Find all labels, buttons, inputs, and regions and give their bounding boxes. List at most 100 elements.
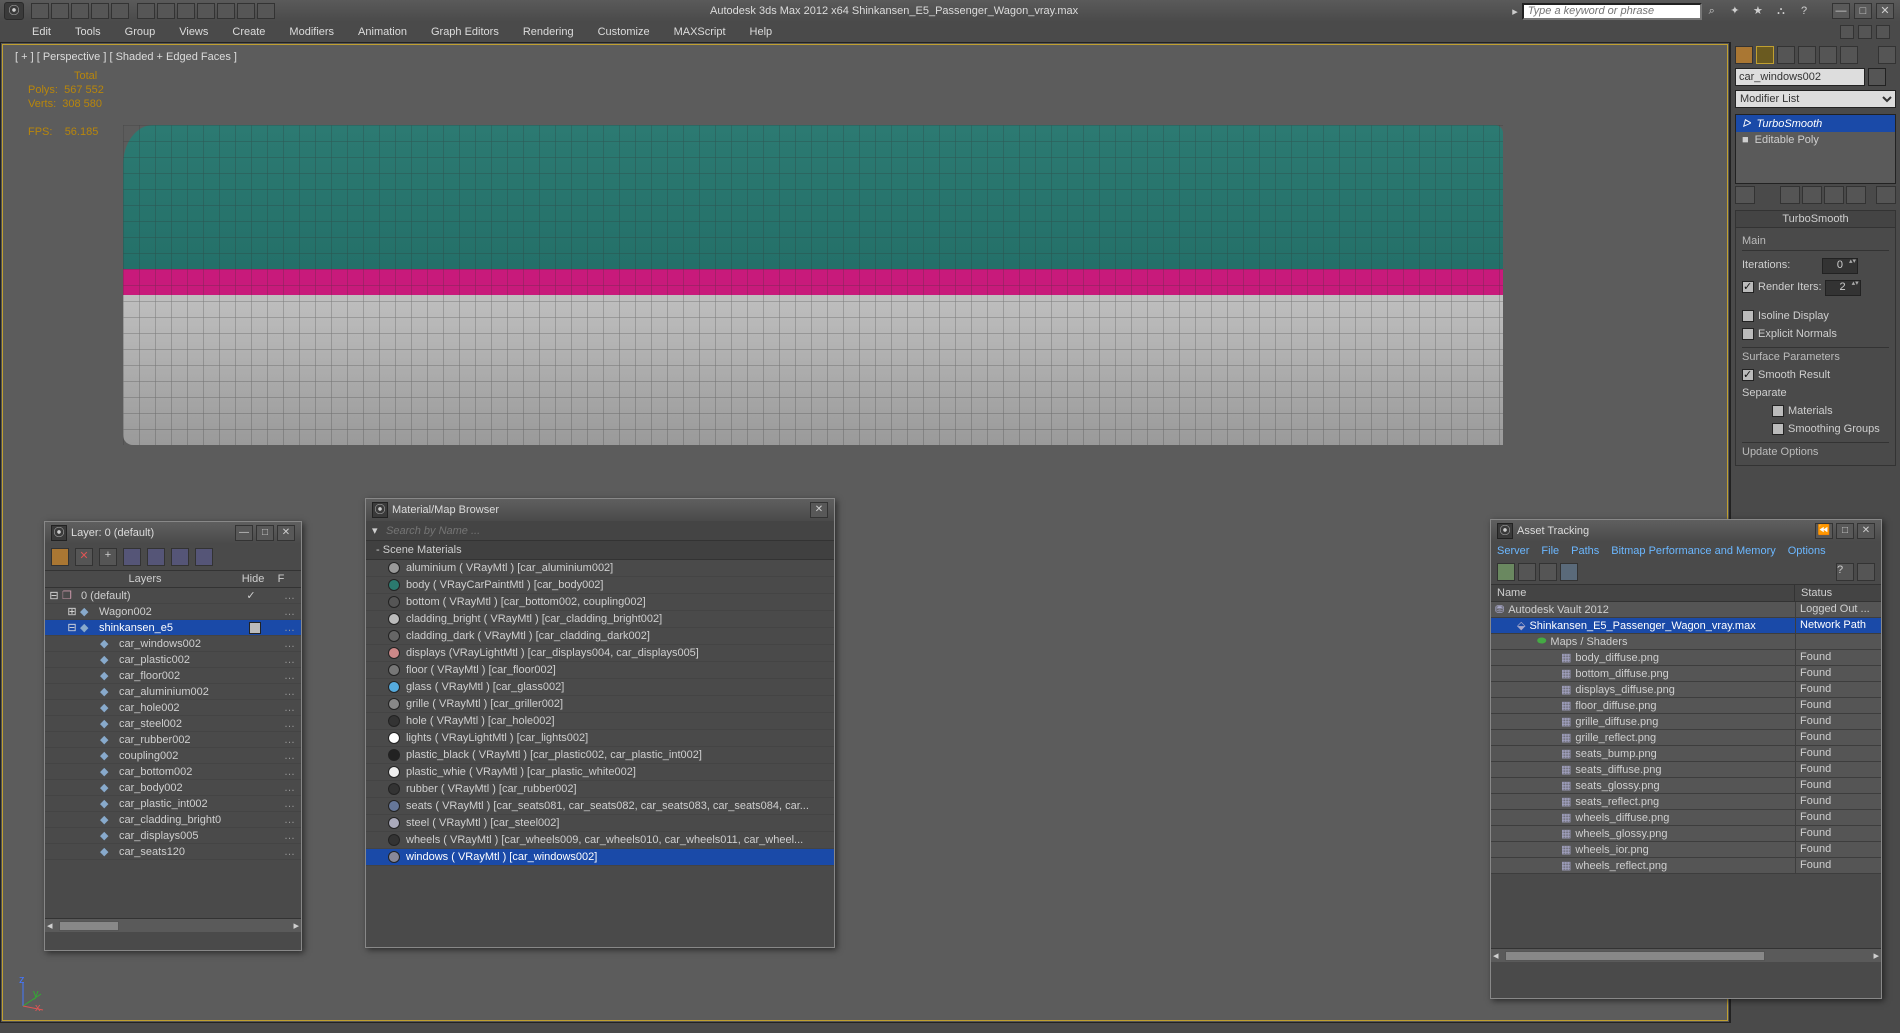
display-tab-icon[interactable] — [1819, 46, 1837, 64]
layer-row[interactable]: ⊟◆shinkansen_e5… — [45, 620, 301, 636]
menu-animation[interactable]: Animation — [358, 26, 407, 38]
asset-row[interactable]: ⬬Maps / Shaders — [1491, 634, 1881, 650]
explicit-normals-checkbox[interactable] — [1742, 328, 1754, 340]
close-button[interactable]: ✕ — [1876, 3, 1894, 19]
asset-row[interactable]: ⛃Autodesk Vault 2012Logged Out ... — [1491, 602, 1881, 618]
asset-row[interactable]: ▦floor_diffuse.pngFound — [1491, 698, 1881, 714]
close-icon[interactable]: ✕ — [1857, 523, 1875, 539]
create-tab-icon[interactable] — [1735, 46, 1753, 64]
qat-btn[interactable] — [217, 3, 235, 19]
qat-btn[interactable] — [177, 3, 195, 19]
layer-row[interactable]: ◆car_body002… — [45, 780, 301, 796]
material-row[interactable]: displays (VRayLightMtl ) [car_displays00… — [366, 645, 834, 662]
view-icon[interactable] — [1518, 563, 1536, 581]
key-icon[interactable]: ✦ — [1727, 3, 1743, 19]
delete-layer-icon[interactable]: ✕ — [75, 548, 93, 566]
asset-row[interactable]: ▦grille_diffuse.pngFound — [1491, 714, 1881, 730]
material-search-input[interactable] — [386, 525, 828, 537]
render-iters-checkbox[interactable] — [1742, 281, 1754, 293]
qat-btn[interactable] — [257, 3, 275, 19]
select-layer-icon[interactable] — [123, 548, 141, 566]
layer-row[interactable]: ◆car_steel002… — [45, 716, 301, 732]
star-icon[interactable]: ★ — [1750, 3, 1766, 19]
minimize-icon[interactable]: — — [235, 525, 253, 541]
workspace-btn[interactable] — [1840, 25, 1854, 39]
comm-icon[interactable]: ⛬ — [1773, 3, 1789, 19]
menu-group[interactable]: Group — [125, 26, 156, 38]
maximize-button[interactable]: □ — [1854, 3, 1872, 19]
layer-row[interactable]: ◆car_aluminium002… — [45, 684, 301, 700]
asset-menu-file[interactable]: File — [1541, 545, 1559, 557]
material-row[interactable]: rubber ( VRayMtl ) [car_rubber002] — [366, 781, 834, 798]
material-row[interactable]: plastic_whie ( VRayMtl ) [car_plastic_wh… — [366, 764, 834, 781]
material-list[interactable]: aluminium ( VRayMtl ) [car_aluminium002]… — [366, 560, 834, 940]
utilities-tab-icon[interactable] — [1840, 46, 1858, 64]
qat-undo-icon[interactable] — [91, 3, 109, 19]
new-layer-icon[interactable] — [51, 548, 69, 566]
rollout-header[interactable]: TurboSmooth — [1736, 211, 1895, 228]
modifier-stack[interactable]: ᐅTurboSmooth■Editable Poly — [1735, 114, 1896, 184]
asset-list[interactable]: ⛃Autodesk Vault 2012Logged Out ...⬙Shink… — [1491, 602, 1881, 942]
qat-new-icon[interactable] — [31, 3, 49, 19]
asset-row[interactable]: ▦seats_glossy.pngFound — [1491, 778, 1881, 794]
asset-row[interactable]: ▦wheels_reflect.pngFound — [1491, 858, 1881, 874]
stack-item[interactable]: ᐅTurboSmooth — [1736, 115, 1895, 132]
material-row[interactable]: cladding_dark ( VRayMtl ) [car_cladding_… — [366, 628, 834, 645]
asset-row[interactable]: ▦seats_bump.pngFound — [1491, 746, 1881, 762]
menu-create[interactable]: Create — [232, 26, 265, 38]
render-iters-spinner[interactable]: 2 — [1825, 280, 1861, 296]
asset-menu-paths[interactable]: Paths — [1571, 545, 1599, 557]
layer-row[interactable]: ◆car_bottom002… — [45, 764, 301, 780]
stack-tool-icon[interactable] — [1802, 186, 1822, 204]
modify-tab-icon[interactable] — [1756, 46, 1774, 64]
material-row[interactable]: plastic_black ( VRayMtl ) [car_plastic00… — [366, 747, 834, 764]
h-scrollbar[interactable]: ◂▸ — [1491, 948, 1881, 962]
highlight-layer-icon[interactable] — [147, 548, 165, 566]
material-row[interactable]: wheels ( VRayMtl ) [car_wheels009, car_w… — [366, 832, 834, 849]
material-row[interactable]: grille ( VRayMtl ) [car_griller002] — [366, 696, 834, 713]
remove-modifier-icon[interactable] — [1846, 186, 1866, 204]
view-icon[interactable] — [1539, 563, 1557, 581]
asset-row[interactable]: ⬙Shinkansen_E5_Passenger_Wagon_vray.maxN… — [1491, 618, 1881, 634]
workspace-btn[interactable] — [1876, 25, 1890, 39]
asset-menu-options[interactable]: Options — [1788, 545, 1826, 557]
lock-ui-icon[interactable] — [1878, 46, 1896, 64]
minimize-button[interactable]: — — [1832, 3, 1850, 19]
menu-views[interactable]: Views — [179, 26, 208, 38]
smooth-result-checkbox[interactable] — [1742, 369, 1754, 381]
menu-tools[interactable]: Tools — [75, 26, 101, 38]
layer-row[interactable]: ◆car_plastic002… — [45, 652, 301, 668]
layer-row[interactable]: ◆car_plastic_int002… — [45, 796, 301, 812]
workspace-btn[interactable] — [1858, 25, 1872, 39]
material-row[interactable]: aluminium ( VRayMtl ) [car_aluminium002] — [366, 560, 834, 577]
material-row[interactable]: hole ( VRayMtl ) [car_hole002] — [366, 713, 834, 730]
material-row[interactable]: floor ( VRayMtl ) [car_floor002] — [366, 662, 834, 679]
layer-row[interactable]: ◆car_windows002… — [45, 636, 301, 652]
material-row[interactable]: cladding_bright ( VRayMtl ) [car_claddin… — [366, 611, 834, 628]
asset-columns[interactable]: Name Status — [1491, 585, 1881, 602]
asset-row[interactable]: ▦wheels_glossy.pngFound — [1491, 826, 1881, 842]
menu-rendering[interactable]: Rendering — [523, 26, 574, 38]
layer-row[interactable]: ◆car_seats120… — [45, 844, 301, 860]
layer-row[interactable]: ◆car_cladding_bright0… — [45, 812, 301, 828]
qat-btn[interactable] — [237, 3, 255, 19]
h-scrollbar[interactable]: ◂▸ — [45, 918, 301, 932]
hide-layer-icon[interactable] — [171, 548, 189, 566]
menu-graph-editors[interactable]: Graph Editors — [431, 26, 499, 38]
menu-modifiers[interactable]: Modifiers — [289, 26, 334, 38]
object-name-input[interactable] — [1735, 68, 1865, 86]
asset-menu-bitmap-performance-and-memory[interactable]: Bitmap Performance and Memory — [1611, 545, 1775, 557]
asset-row[interactable]: ▦wheels_diffuse.pngFound — [1491, 810, 1881, 826]
motion-tab-icon[interactable] — [1798, 46, 1816, 64]
menu-edit[interactable]: Edit — [32, 26, 51, 38]
configure-sets-icon[interactable] — [1876, 186, 1896, 204]
layer-list[interactable]: ⊟❐0 (default)✓…⊞◆Wagon002…⊟◆shinkansen_e… — [45, 588, 301, 918]
hierarchy-tab-icon[interactable] — [1777, 46, 1795, 64]
qat-btn[interactable] — [197, 3, 215, 19]
minimize-icon[interactable]: ⏪ — [1815, 523, 1833, 539]
material-row[interactable]: lights ( VRayLightMtl ) [car_lights002] — [366, 730, 834, 747]
qat-redo-icon[interactable] — [111, 3, 129, 19]
asset-row[interactable]: ▦bottom_diffuse.pngFound — [1491, 666, 1881, 682]
layer-row[interactable]: ⊞◆Wagon002… — [45, 604, 301, 620]
menu-help[interactable]: Help — [750, 26, 773, 38]
